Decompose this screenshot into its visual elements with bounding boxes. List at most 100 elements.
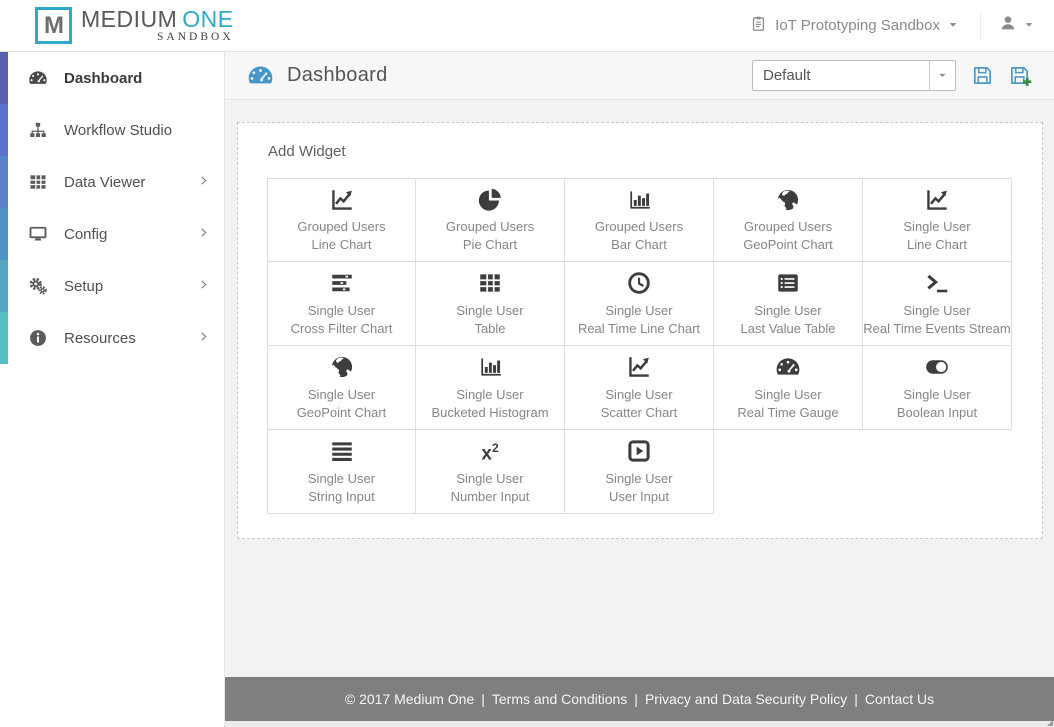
clock-icon (626, 270, 652, 297)
sidebar-accent-bar (0, 208, 8, 260)
widget-cell[interactable]: Grouped Users Line Chart (267, 178, 416, 262)
widget-line2: Scatter Chart (600, 404, 678, 420)
widget-cell[interactable]: Single User Real Time Events Stream (863, 262, 1012, 346)
bar-chart-icon (626, 186, 652, 213)
widget-cell[interactable]: Single User Scatter Chart (565, 346, 714, 430)
dashboard-select[interactable]: Default (752, 60, 956, 91)
copyright-text: © 2017 Medium One (344, 691, 475, 707)
sidebar-item-data-viewer[interactable]: Data Viewer (0, 156, 224, 208)
number-input-icon: x2 (481, 440, 499, 465)
sidebar-item-workflow-studio[interactable]: Workflow Studio (0, 104, 224, 156)
resize-handle-icon[interactable] (1047, 720, 1053, 726)
widget-cell[interactable]: Grouped Users GeoPoint Chart (714, 178, 863, 262)
widget-line2: Bar Chart (611, 237, 667, 252)
chevron-right-icon (198, 277, 209, 295)
add-widget-panel: Add Widget Grouped Users Line Chart Grou… (237, 122, 1043, 539)
sidebar-item-resources[interactable]: Resources (0, 312, 224, 364)
widget-line2: GeoPoint Chart (743, 237, 833, 252)
widget-cell[interactable]: Single User Real Time Gauge (714, 346, 863, 430)
widget-cell[interactable]: x2 Single User Number Input (416, 430, 565, 514)
user-menu[interactable] (981, 0, 1054, 51)
widget-line1: Single User (307, 470, 376, 486)
widget-line1: Single User (903, 386, 971, 402)
widget-cell[interactable]: Single User GeoPoint Chart (267, 346, 416, 430)
widget-line1: Single User (456, 470, 524, 486)
chevron-right-icon (198, 329, 209, 347)
save-dashboard-as-new-button[interactable] (1009, 64, 1032, 87)
chevron-down-icon[interactable] (929, 61, 955, 90)
widget-line2: GeoPoint Chart (296, 404, 387, 420)
gauge-icon (775, 354, 801, 381)
globe-icon (329, 354, 355, 381)
clipboard-icon (750, 15, 767, 36)
widget-cell[interactable]: Single User Real Time Line Chart (565, 262, 714, 346)
sidebar-item-dashboard[interactable]: Dashboard (0, 52, 224, 104)
logo-mark: M (35, 7, 72, 44)
widget-line2: Number Input (450, 488, 530, 504)
widget-cell[interactable]: Grouped Users Pie Chart (416, 178, 565, 262)
widget-cell[interactable]: Single User Bucketed Histogram (416, 346, 565, 430)
widget-line1: Single User (903, 302, 971, 318)
workspace-dropdown[interactable]: IoT Prototyping Sandbox (728, 0, 980, 51)
sidebar-accent-bar (0, 260, 8, 312)
list-icon (775, 270, 801, 297)
sidebar-item-label: Resources (64, 329, 136, 347)
widget-line1: Single User (605, 470, 673, 486)
widget-cell[interactable]: Grouped Users Bar Chart (565, 178, 714, 262)
play-square-icon (626, 438, 652, 465)
brand-subtitle: SANDBOX (157, 31, 234, 43)
sidebar-accent-bar (0, 52, 8, 104)
widget-line2: Boolean Input (896, 404, 978, 420)
cross-filter-icon (329, 270, 355, 297)
line-chart-icon (924, 186, 950, 213)
widget-cell[interactable]: Single User Last Value Table (714, 262, 863, 346)
pie-chart-icon (477, 186, 503, 213)
widget-cell[interactable]: Single User Cross Filter Chart (267, 262, 416, 346)
widget-line2: Table (474, 320, 506, 336)
sidebar-item-setup[interactable]: Setup (0, 260, 224, 312)
sidebar-accent-bar (0, 312, 8, 364)
sidebar-item-label: Config (64, 225, 108, 243)
footer-separator: | (854, 691, 858, 707)
logo-text: MEDIUM ONE SANDBOX (81, 6, 234, 44)
widget-line2: Real Time Events Stream (863, 320, 1011, 336)
brand-primary: MEDIUM (81, 6, 178, 32)
widget-line1: Single User (754, 302, 822, 318)
sidebar-accent-bar (0, 156, 8, 208)
widget-line1: Grouped Users (445, 219, 535, 234)
add-widget-title: Add Widget (268, 143, 346, 160)
scatter-chart-icon (626, 354, 652, 381)
widget-line2: String Input (308, 488, 375, 504)
sitemap-icon (26, 120, 50, 140)
widget-line2: Last Value Table (740, 320, 836, 336)
save-dashboard-button[interactable] (971, 64, 994, 87)
chevron-right-icon (198, 225, 209, 243)
widget-cell[interactable]: Single User Line Chart (863, 178, 1012, 262)
widget-cell[interactable]: Single User String Input (267, 430, 416, 514)
widget-cell[interactable]: Single User User Input (565, 430, 714, 514)
widget-line1: Grouped Users (594, 219, 684, 234)
widget-line1: Grouped Users (297, 219, 386, 234)
widget-line2: Line Chart (907, 237, 967, 252)
footer-link-terms[interactable]: Terms and Conditions (492, 691, 627, 707)
page-body: Add Widget Grouped Users Line Chart Grou… (225, 100, 1054, 677)
footer-link-contact[interactable]: Contact Us (865, 691, 934, 707)
bottom-strip (225, 720, 1054, 727)
sidebar-item-config[interactable]: Config (0, 208, 224, 260)
content-area: Dashboard Default Add Widget Grouped Use… (225, 52, 1054, 727)
dashboard-select-value: Default (763, 67, 811, 84)
globe-icon (775, 186, 801, 213)
histogram-icon (477, 354, 503, 381)
chevron-right-icon (198, 173, 209, 191)
footer-link-privacy[interactable]: Privacy and Data Security Policy (645, 691, 847, 707)
widget-grid: Grouped Users Line Chart Grouped Users P… (267, 178, 1013, 514)
line-chart-icon (329, 186, 355, 213)
widget-cell[interactable]: Single User Boolean Input (863, 346, 1012, 430)
gauge-icon (247, 62, 274, 89)
terminal-icon (924, 270, 950, 297)
widget-cell[interactable]: Single User Table (416, 262, 565, 346)
widget-line2: Real Time Line Chart (577, 320, 701, 336)
desktop-icon (26, 224, 50, 244)
app-logo[interactable]: M MEDIUM ONE SANDBOX (35, 7, 234, 44)
widget-line1: Single User (456, 386, 524, 402)
